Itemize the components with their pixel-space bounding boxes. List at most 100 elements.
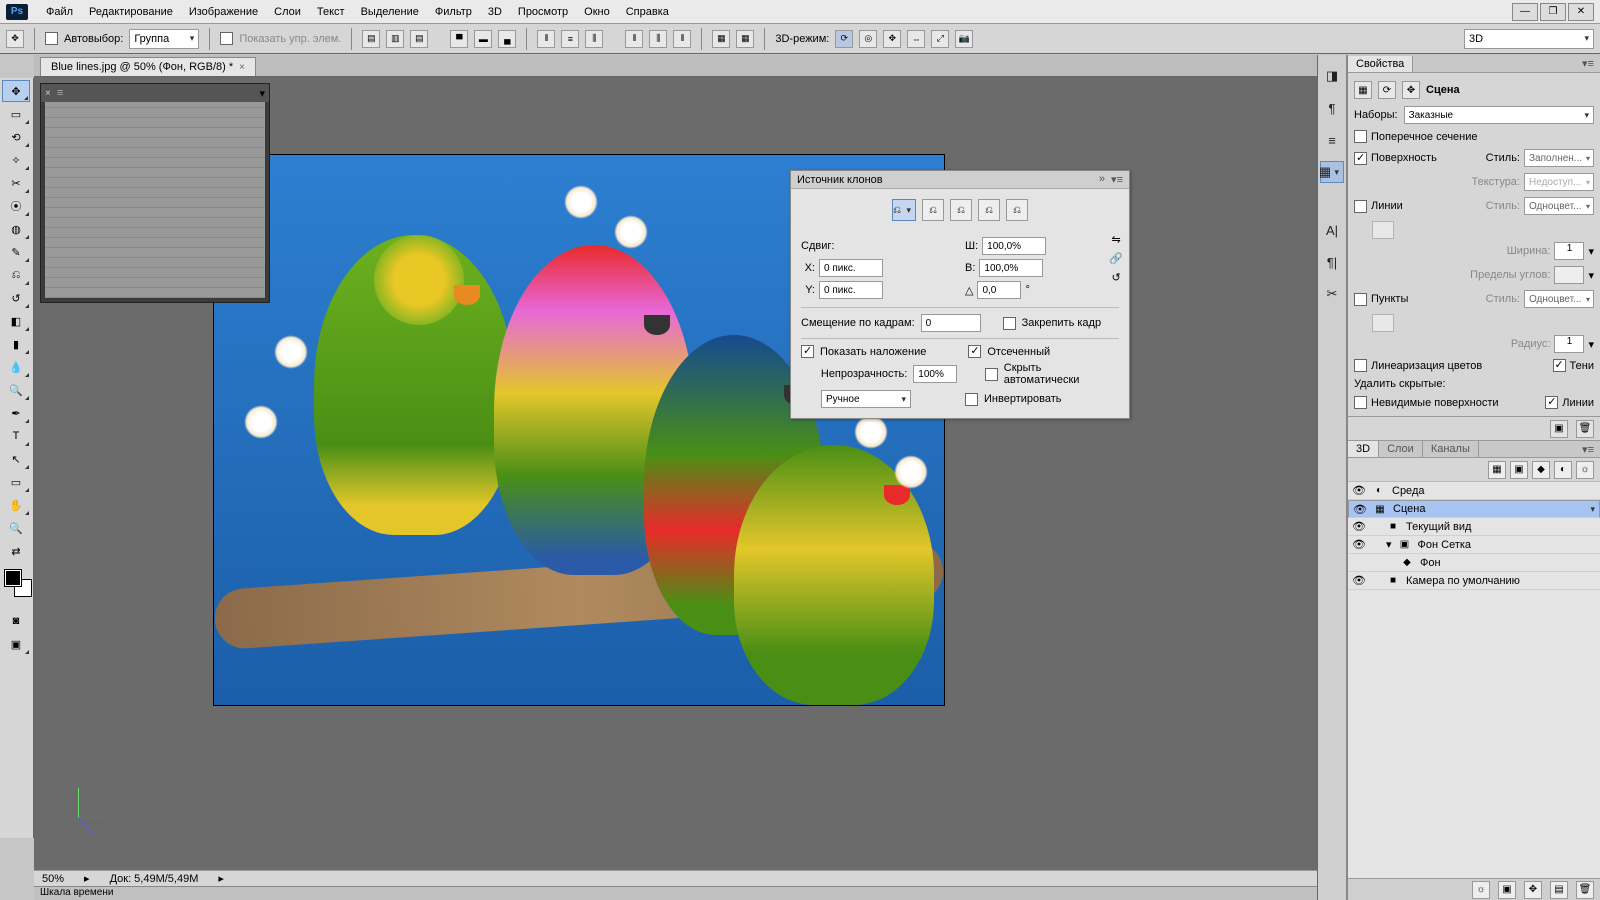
magic-wand-tool[interactable]: ✧ (2, 149, 30, 171)
clone-slot-1[interactable]: ⎌ (892, 199, 916, 221)
distribute-4-icon[interactable]: ⫴ (625, 30, 643, 48)
dodge-tool[interactable]: 🔍 (2, 379, 30, 401)
zoom-tool[interactable]: 🔍 (2, 517, 30, 539)
history-brush-tool[interactable]: ↺ (2, 287, 30, 309)
trash-icon[interactable]: 🗑 (1576, 881, 1594, 899)
3d-slide-icon[interactable]: ⇔ (907, 30, 925, 48)
filter-lights-icon[interactable]: ◐ (1554, 461, 1572, 479)
filter-materials-icon[interactable]: ◆ (1532, 461, 1550, 479)
scene-environment-icon[interactable]: ▦ (1354, 81, 1372, 99)
doc-size-arrow-icon[interactable]: ▸ (218, 872, 224, 885)
auto-align-2-icon[interactable]: ▦ (736, 30, 754, 48)
auto-align-icon[interactable]: ▦ (712, 30, 730, 48)
menu-image[interactable]: Изображение (181, 6, 266, 18)
tree-row-scene[interactable]: 👁▦Сцена (1348, 500, 1600, 518)
width-input[interactable]: 1 (1554, 242, 1584, 260)
menu-text[interactable]: Текст (309, 6, 353, 18)
tree-row-default-camera[interactable]: 👁■Камера по умолчанию (1348, 572, 1600, 590)
render-icon[interactable]: ▣ (1498, 881, 1516, 899)
panel-menu-icon[interactable]: ▾≡ (1111, 173, 1123, 186)
tab-layers[interactable]: Слои (1379, 441, 1423, 457)
scene-render-icon[interactable]: ⟳ (1378, 81, 1396, 99)
visibility-icon[interactable]: 👁 (1352, 574, 1366, 587)
tab-3d[interactable]: 3D (1348, 441, 1379, 457)
new-layer-icon[interactable]: ▤ (1550, 881, 1568, 899)
lines-color-swatch[interactable] (1372, 221, 1394, 239)
points-checkbox[interactable] (1354, 293, 1367, 306)
clone-source-panel[interactable]: Источник клонов » ▾≡ ⎌ ⎌ ⎌ ⎌ ⎌ ⇋ 🔗 ↺ Сдв… (790, 170, 1130, 419)
zoom-arrow-icon[interactable]: ▸ (84, 872, 90, 885)
reset-transform-icon[interactable]: ↺ (1112, 271, 1121, 284)
auto-select-type[interactable]: Группа (129, 29, 199, 49)
distribute-3-icon[interactable]: ⫼ (585, 30, 603, 48)
link-wh-icon[interactable]: 🔗 (1109, 252, 1123, 265)
angle-threshold-input[interactable] (1554, 266, 1584, 284)
height-input[interactable]: 100,0% (979, 259, 1043, 277)
frame-offset-input[interactable]: 0 (921, 314, 981, 332)
clone-slot-4[interactable]: ⎌ (978, 199, 1000, 221)
presets-select[interactable]: Заказные (1404, 106, 1594, 124)
distribute-h-icon[interactable]: ⫴ (537, 30, 555, 48)
3d-pan-icon[interactable]: ✥ (883, 30, 901, 48)
surface-style-select[interactable]: Заполнен... (1524, 149, 1594, 167)
type-styles-icon[interactable]: A| (1321, 219, 1343, 241)
blur-tool[interactable]: 💧 (2, 356, 30, 378)
color-swatches[interactable] (2, 569, 31, 609)
screen-mode-tool[interactable]: ▣ (2, 633, 30, 655)
filter-all-icon[interactable]: ▦ (1488, 461, 1506, 479)
auto-select-checkbox[interactable] (45, 32, 58, 45)
paragraph-styles-icon[interactable]: ¶| (1321, 251, 1343, 273)
healing-brush-tool[interactable]: ◍ (2, 218, 30, 240)
lock-frame-checkbox[interactable] (1003, 317, 1016, 330)
width-input[interactable]: 100,0% (982, 237, 1046, 255)
show-transform-checkbox[interactable] (220, 32, 233, 45)
pen-tool[interactable]: ✒ (2, 402, 30, 424)
tree-row-environment[interactable]: 👁◐Среда (1348, 482, 1600, 500)
opacity-input[interactable]: 100% (913, 365, 957, 383)
navigator-panel[interactable]: × ≡ ▾ (40, 83, 270, 303)
distribute-5-icon[interactable]: ⫼ (649, 30, 667, 48)
quick-mask-tool[interactable]: ◙ (2, 610, 30, 632)
points-color-swatch[interactable] (1372, 314, 1394, 332)
marquee-tool[interactable]: ▭ (2, 103, 30, 125)
surface-checkbox[interactable]: ✓ (1354, 152, 1367, 165)
zoom-level[interactable]: 50% (42, 873, 64, 885)
path-select-tool[interactable]: ↖ (2, 448, 30, 470)
auto-hide-checkbox[interactable] (985, 368, 998, 381)
menu-file[interactable]: Файл (38, 6, 81, 18)
radius-input[interactable]: 1 (1554, 335, 1584, 353)
crop-tool[interactable]: ✂ (2, 172, 30, 194)
align-center-h-icon[interactable]: ▥ (386, 30, 404, 48)
overlay-mode-select[interactable]: Ручное (821, 390, 911, 408)
navigator-header[interactable]: × ≡ ▾ (41, 84, 269, 102)
properties-tab[interactable]: Свойства (1348, 56, 1413, 72)
restore-button[interactable]: ❐ (1540, 3, 1566, 21)
workspace-select[interactable]: 3D (1464, 29, 1594, 49)
new-light-icon[interactable]: ☼ (1472, 881, 1490, 899)
navigator-menu-icon[interactable]: ▾ (259, 87, 265, 100)
shadows-checkbox[interactable]: ✓ (1553, 359, 1566, 372)
visibility-icon[interactable]: 👁 (1353, 503, 1367, 516)
brush-tool[interactable]: ✎ (2, 241, 30, 263)
move-tool[interactable]: ✥ (2, 80, 30, 102)
filter-lights2-icon[interactable]: ☼ (1576, 461, 1594, 479)
menu-select[interactable]: Выделение (353, 6, 427, 18)
character-icon[interactable]: ¶ (1321, 97, 1343, 119)
3d-roll-icon[interactable]: ◎ (859, 30, 877, 48)
clone-stamp-tool[interactable]: ⎌ (2, 264, 30, 286)
lines2-checkbox[interactable]: ✓ (1545, 396, 1558, 409)
3d-orbit-icon[interactable]: ⟳ (835, 30, 853, 48)
properties-icon[interactable]: ▦ (1320, 161, 1344, 183)
close-tab-icon[interactable]: × (239, 62, 245, 73)
tree-row-material[interactable]: ◆Фон (1348, 554, 1600, 572)
lines-style-select[interactable]: Одноцвет... (1524, 197, 1594, 215)
3d-scale-icon[interactable]: ⤢ (931, 30, 949, 48)
show-overlay-checkbox[interactable]: ✓ (801, 345, 814, 358)
type-tool[interactable]: T (2, 425, 30, 447)
flip-h-icon[interactable]: ⇋ (1112, 233, 1121, 246)
expand-arrow-icon[interactable]: ▾ (1386, 538, 1392, 551)
invisible-surfaces-checkbox[interactable] (1354, 396, 1367, 409)
clone-source-header[interactable]: Источник клонов » ▾≡ (791, 171, 1129, 189)
tree-row-mesh-group[interactable]: 👁▾▣Фон Сетка (1348, 536, 1600, 554)
3d-camera-icon[interactable]: 📷 (955, 30, 973, 48)
